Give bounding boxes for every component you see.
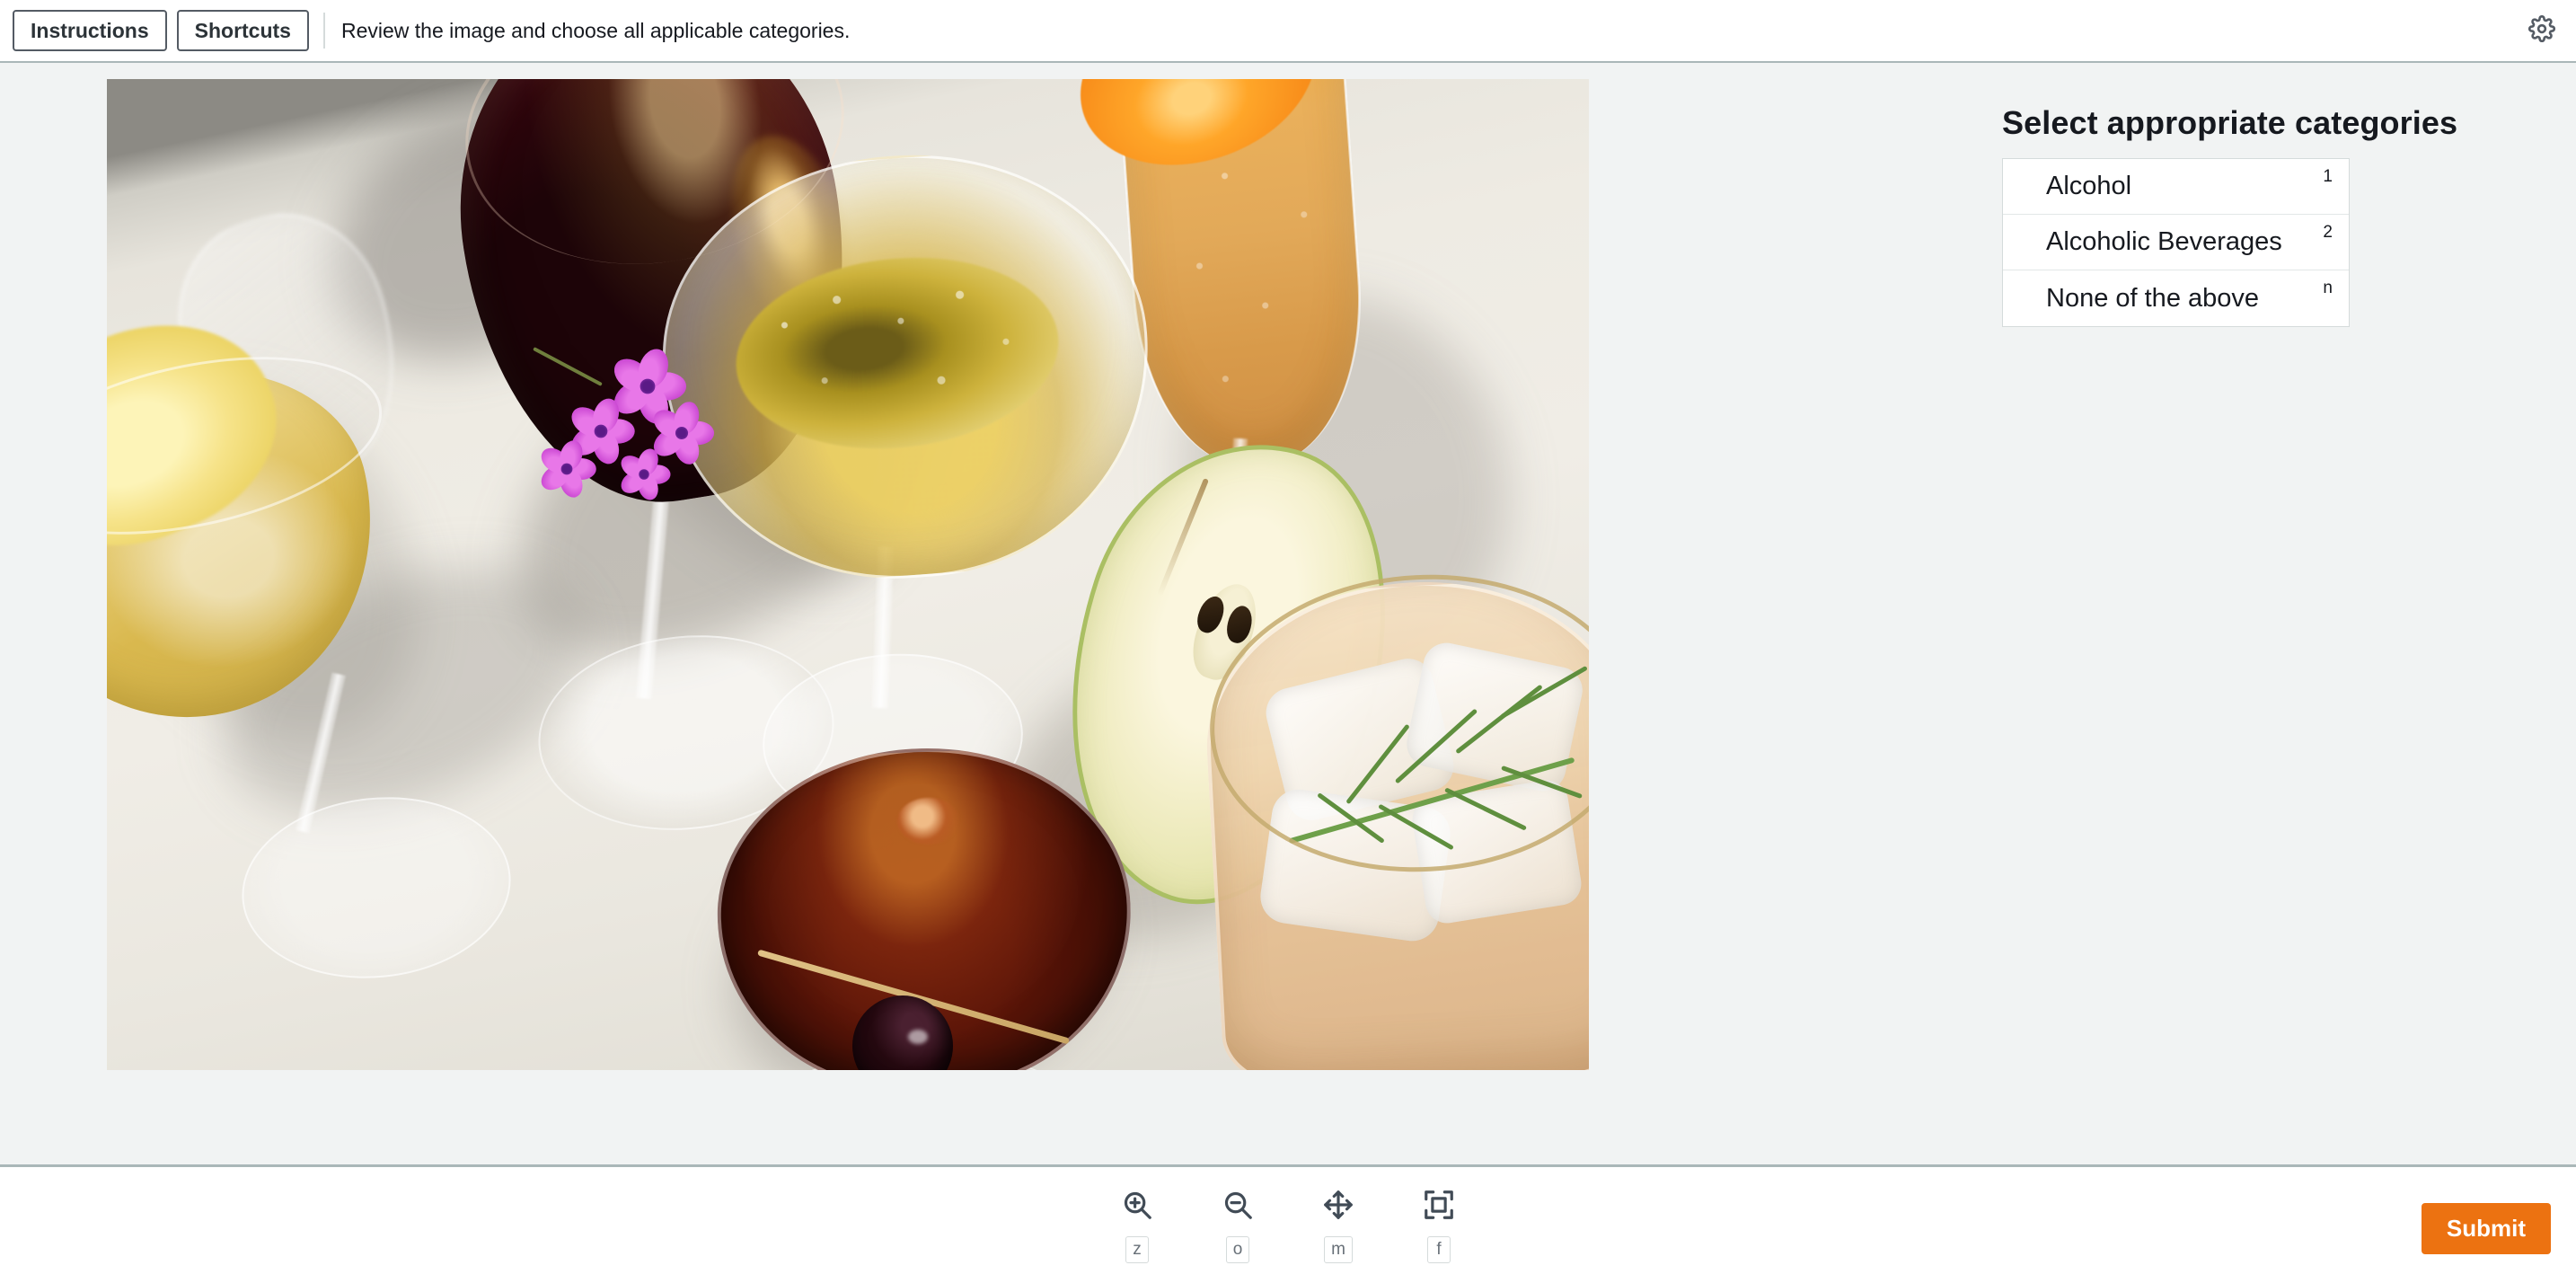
category-option-label: Alcoholic Beverages (2046, 227, 2282, 256)
fit-to-screen-button[interactable]: f (1409, 1184, 1469, 1263)
task-body: Select appropriate categories Alcohol 1 … (0, 63, 2576, 1164)
category-option-none-of-the-above[interactable]: None of the above n (2003, 270, 2349, 326)
category-option-label: None of the above (2046, 283, 2260, 313)
header-divider (322, 13, 325, 49)
task-footer: z o m f Submit (0, 1164, 2576, 1283)
category-option-shortcut: 2 (2323, 223, 2333, 242)
fit-to-screen-icon (1418, 1184, 1460, 1225)
fit-to-screen-shortcut: f (1427, 1236, 1451, 1263)
category-option-shortcut: 1 (2323, 167, 2333, 186)
move-button[interactable]: m (1309, 1184, 1368, 1263)
categories-panel-title: Select appropriate categories (2002, 104, 2458, 141)
zoom-in-shortcut: z (1125, 1236, 1149, 1263)
category-option-alcohol[interactable]: Alcohol 1 (2003, 159, 2349, 215)
task-instruction-text: Review the image and choose all applicab… (340, 18, 851, 42)
shortcuts-button[interactable]: Shortcuts (176, 10, 309, 51)
zoom-in-icon (1116, 1184, 1158, 1225)
category-option-alcoholic-beverages[interactable]: Alcoholic Beverages 2 (2003, 215, 2349, 270)
photo-scene (107, 79, 1589, 1070)
gear-icon (2527, 14, 2556, 47)
category-options-list: Alcohol 1 Alcoholic Beverages 2 None of … (2002, 158, 2350, 327)
image-tools-toolbar: z o m f (1107, 1167, 1469, 1263)
settings-button[interactable] (2524, 13, 2560, 49)
move-icon (1318, 1184, 1359, 1225)
cherry-highlight (908, 1030, 928, 1044)
purple-flower (536, 438, 596, 500)
zoom-out-shortcut: o (1225, 1236, 1250, 1263)
cocktail-foam (897, 798, 960, 845)
zoom-out-button[interactable]: o (1208, 1184, 1267, 1263)
zoom-in-button[interactable]: z (1107, 1184, 1167, 1263)
task-image[interactable] (107, 79, 1589, 1070)
task-header: Instructions Shortcuts Review the image … (0, 0, 2576, 63)
image-canvas[interactable] (0, 63, 1983, 1164)
purple-flower (616, 446, 671, 503)
instructions-button[interactable]: Instructions (13, 10, 167, 51)
category-option-label: Alcohol (2046, 172, 2132, 200)
move-shortcut: m (1324, 1236, 1353, 1263)
zoom-out-icon (1217, 1184, 1258, 1225)
categories-panel: Select appropriate categories Alcohol 1 … (1983, 63, 2576, 1164)
annotation-task-page: Instructions Shortcuts Review the image … (0, 0, 2576, 1283)
category-option-shortcut: n (2323, 279, 2333, 297)
submit-button[interactable]: Submit (2421, 1203, 2551, 1254)
